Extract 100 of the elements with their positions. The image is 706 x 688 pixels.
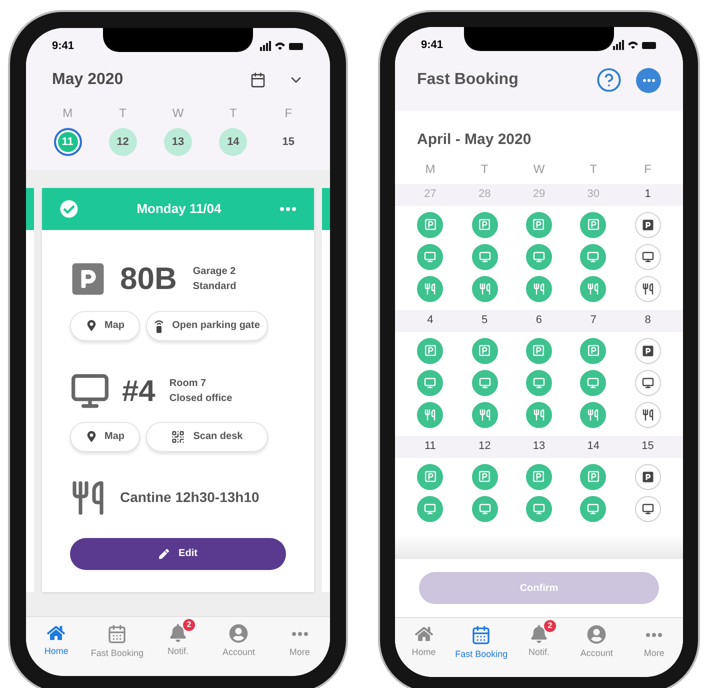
calendar-icon bbox=[471, 625, 492, 645]
weekday-label: T bbox=[588, 160, 598, 178]
map-button[interactable]: Map bbox=[70, 310, 140, 340]
notification-badge: 2 bbox=[544, 620, 556, 632]
action-button[interactable]: Scan desk bbox=[146, 422, 268, 452]
map-pin-icon bbox=[86, 431, 96, 442]
parking-icon bbox=[586, 470, 600, 483]
tab-item[interactable]: 2 Notif. bbox=[510, 618, 568, 662]
cutlery-icon bbox=[424, 282, 436, 294]
more-icon[interactable] bbox=[280, 207, 296, 211]
status-icons bbox=[613, 40, 657, 50]
date-label: 11 bbox=[423, 439, 437, 454]
parking-icon bbox=[642, 470, 654, 482]
weekday-label: M bbox=[424, 160, 436, 178]
status-time: 9:41 bbox=[52, 38, 74, 54]
more-icon bbox=[292, 632, 308, 636]
weekday-label: W bbox=[532, 160, 546, 178]
date-label: 29 bbox=[532, 187, 546, 202]
parking-icon bbox=[424, 344, 437, 357]
monitor-icon bbox=[424, 250, 436, 262]
tab-item[interactable]: More bbox=[625, 618, 683, 662]
tab-item[interactable]: More bbox=[269, 617, 330, 662]
date-label: 4 bbox=[426, 313, 434, 328]
more-button[interactable] bbox=[636, 68, 661, 92]
account-icon bbox=[587, 625, 606, 644]
date-label: 15 bbox=[640, 439, 655, 454]
tab-item[interactable]: Home bbox=[26, 617, 87, 660]
remote-icon bbox=[154, 318, 164, 332]
weekday-label: T bbox=[480, 160, 490, 178]
map-pin-icon bbox=[86, 320, 96, 331]
monitor-icon bbox=[532, 502, 545, 514]
parking-icon bbox=[424, 218, 437, 231]
cutlery-icon bbox=[424, 408, 436, 420]
meal-slot-button[interactable] bbox=[634, 402, 661, 428]
parking-icon bbox=[478, 470, 492, 483]
qr-code-icon bbox=[171, 430, 186, 444]
calendar-icon bbox=[107, 624, 128, 644]
tab-item[interactable]: Home bbox=[395, 618, 453, 662]
pencil-icon bbox=[158, 548, 169, 558]
screen-title: Fast Booking bbox=[417, 70, 520, 90]
parking-icon bbox=[532, 218, 546, 231]
meal-slot-button[interactable] bbox=[634, 276, 661, 302]
day-button[interactable]: 14 bbox=[219, 128, 248, 156]
parking-icon bbox=[478, 344, 492, 357]
tab-item[interactable]: Account bbox=[568, 618, 626, 662]
desk-slot-button[interactable] bbox=[634, 370, 661, 396]
parking-slot-button[interactable] bbox=[634, 464, 661, 490]
parking-icon bbox=[532, 470, 546, 483]
day-button[interactable]: 12 bbox=[108, 128, 137, 156]
help-icon[interactable] bbox=[596, 67, 622, 93]
parking-icon bbox=[642, 344, 654, 356]
tab-item[interactable]: Account bbox=[208, 617, 270, 662]
date-label: 12 bbox=[477, 439, 492, 454]
notification-badge: 2 bbox=[182, 619, 195, 631]
home-icon bbox=[414, 625, 433, 643]
date-label: 13 bbox=[532, 439, 546, 454]
calendar-icon[interactable] bbox=[250, 72, 266, 88]
status-time: 9:41 bbox=[421, 38, 444, 53]
cutlery-icon bbox=[478, 408, 491, 420]
day-button[interactable]: 13 bbox=[164, 128, 192, 156]
canteen-time: Cantine 12h30-13h10 bbox=[120, 488, 260, 507]
date-label: 28 bbox=[477, 187, 492, 202]
monitor-icon bbox=[587, 502, 600, 514]
date-label: 27 bbox=[423, 187, 438, 202]
desk-detail: Closed office bbox=[169, 392, 232, 406]
weekday-label: T bbox=[119, 105, 126, 122]
monitor-icon bbox=[587, 376, 600, 388]
monitor-icon bbox=[424, 502, 436, 514]
date-label: 30 bbox=[586, 187, 601, 202]
cutlery-icon bbox=[587, 408, 600, 420]
more-icon bbox=[642, 78, 654, 82]
date-label: 6 bbox=[534, 313, 544, 328]
day-button[interactable]: 11 bbox=[54, 128, 82, 156]
parking-spot: 80B bbox=[120, 260, 177, 298]
weekday-label: F bbox=[284, 105, 292, 122]
cutlery-icon bbox=[532, 282, 545, 294]
month-title: May 2020 bbox=[52, 70, 124, 90]
desk-number: #4 bbox=[122, 374, 156, 410]
tab-item[interactable]: Fast Booking bbox=[452, 618, 510, 664]
parking-icon bbox=[586, 218, 600, 231]
day-button[interactable]: 15 bbox=[274, 128, 302, 156]
action-button[interactable]: Open parking gate bbox=[146, 310, 268, 340]
parking-slot-button[interactable] bbox=[634, 338, 661, 364]
monitor-icon bbox=[532, 250, 545, 262]
desk-slot-button[interactable] bbox=[634, 244, 661, 270]
date-label: 14 bbox=[586, 439, 601, 454]
parking-icon bbox=[642, 218, 654, 230]
cutlery-icon bbox=[587, 282, 600, 294]
monitor-icon bbox=[478, 502, 491, 514]
cutlery-icon bbox=[642, 408, 654, 420]
cutlery-icon bbox=[532, 408, 545, 420]
map-button[interactable]: Map bbox=[70, 422, 140, 452]
tab-item[interactable]: Fast Booking bbox=[86, 617, 148, 662]
date-label: 1 bbox=[644, 187, 652, 202]
parking-slot-button[interactable] bbox=[634, 212, 661, 238]
date-label: 7 bbox=[589, 313, 598, 328]
desk-slot-button[interactable] bbox=[634, 496, 661, 522]
edit-button[interactable]: Edit bbox=[70, 538, 286, 570]
cutlery-icon bbox=[478, 282, 491, 294]
tab-item[interactable]: 2 Notif. bbox=[148, 617, 208, 660]
